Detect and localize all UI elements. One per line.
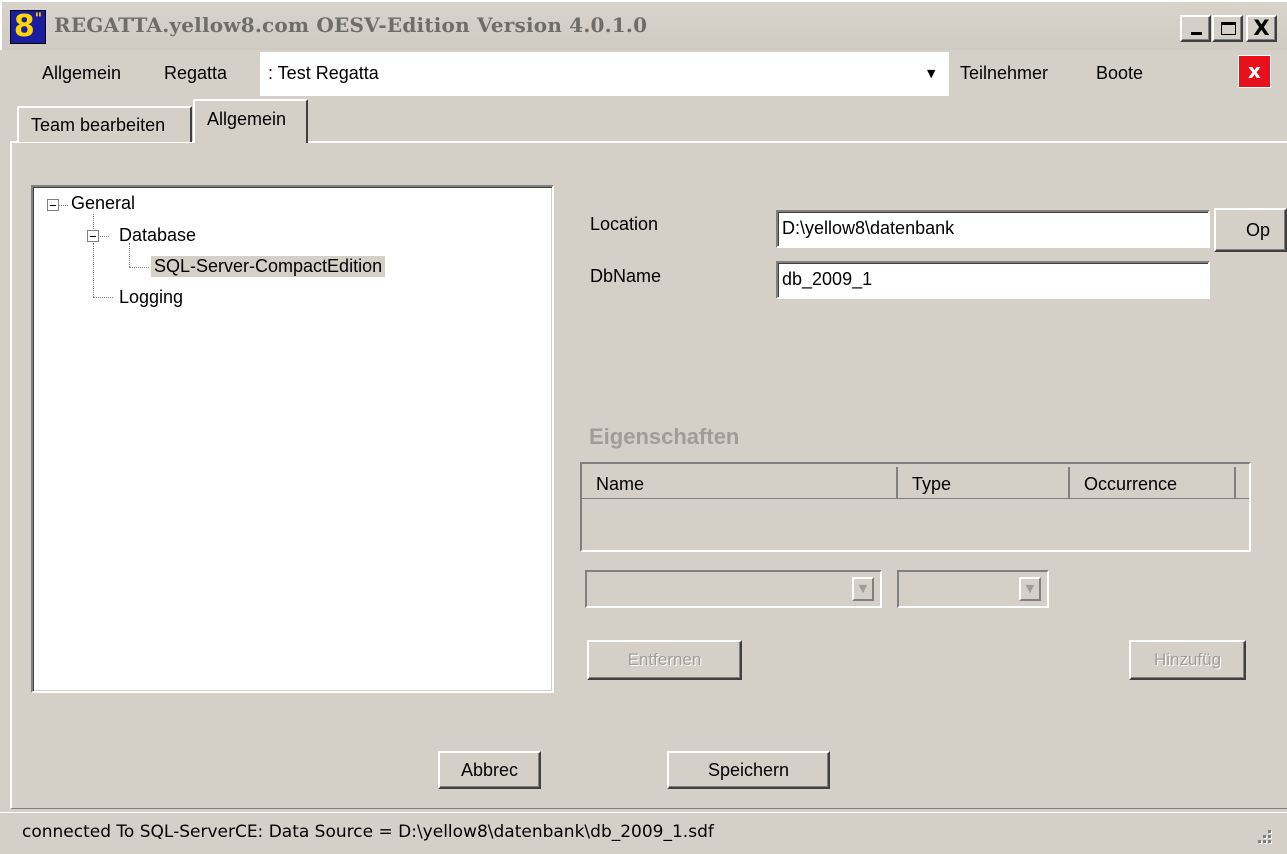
- grip-dot: [1268, 840, 1271, 843]
- minimize-icon: [1191, 32, 1202, 35]
- window-close-button[interactable]: X: [1246, 15, 1277, 42]
- add-button[interactable]: Hinzufüg: [1129, 640, 1246, 680]
- properties-heading: Eigenschaften: [589, 424, 740, 449]
- resize-grip-icon[interactable]: [1256, 828, 1274, 846]
- column-header-type[interactable]: Type: [898, 467, 1070, 498]
- maximize-button[interactable]: [1212, 15, 1243, 42]
- app-close-button[interactable]: x: [1238, 55, 1271, 88]
- tree-node-sql-server-compact[interactable]: SQL-Server-CompactEdition: [151, 256, 386, 277]
- tree-node-logging[interactable]: Logging: [119, 287, 183, 308]
- maximize-icon: [1221, 22, 1236, 35]
- grip-dot: [1263, 840, 1266, 843]
- grip-dot: [1268, 835, 1271, 838]
- minimize-button[interactable]: [1180, 15, 1211, 42]
- menu-teilnehmer[interactable]: Teilnehmer: [960, 63, 1048, 84]
- chevron-down-icon[interactable]: ▼: [852, 577, 874, 601]
- regatta-select[interactable]: : Test Regatta ▼: [260, 52, 949, 96]
- column-header-occurrence[interactable]: Occurrence: [1070, 467, 1236, 498]
- remove-button[interactable]: Entfernen: [587, 640, 742, 680]
- tree-connector: [58, 205, 68, 206]
- chevron-down-icon[interactable]: ▼: [1019, 577, 1041, 601]
- tree-node-database[interactable]: Database: [119, 225, 196, 246]
- tree-connector: [129, 243, 130, 267]
- tree-connector: [129, 267, 149, 268]
- save-button[interactable]: Speichern: [667, 751, 830, 789]
- cancel-button[interactable]: Abbrec: [438, 751, 541, 789]
- header-divider: [582, 498, 1249, 499]
- status-text: connected To SQL-ServerCE: Data Source =…: [22, 822, 714, 842]
- app-logo-icon: 8": [10, 10, 46, 44]
- chevron-down-icon[interactable]: ▼: [927, 67, 935, 80]
- location-label: Location: [590, 214, 659, 234]
- tree-connector: [93, 214, 94, 229]
- grip-dot: [1263, 835, 1266, 838]
- window-title: REGATTA.yellow8.com OESV-Edition Version…: [54, 13, 648, 37]
- collapse-general-icon[interactable]: [47, 199, 59, 211]
- column-header-name[interactable]: Name: [582, 467, 898, 498]
- tree-connector: [93, 297, 113, 298]
- property-name-combo[interactable]: ▼: [585, 570, 882, 608]
- menu-regatta[interactable]: Regatta: [164, 63, 227, 84]
- tab-team-bearbeiten[interactable]: Team bearbeiten: [17, 106, 192, 142]
- tree-node-general[interactable]: General: [71, 193, 135, 214]
- open-button[interactable]: Op: [1214, 208, 1287, 252]
- regatta-select-value: : Test Regatta: [268, 63, 379, 83]
- menu-allgemein[interactable]: Allgemein: [42, 63, 121, 84]
- tree-connector: [93, 243, 94, 297]
- menu-boote[interactable]: Boote: [1096, 63, 1143, 84]
- location-input[interactable]: D:\yellow8\datenbank: [776, 210, 1210, 248]
- dbname-input[interactable]: db_2009_1: [776, 261, 1210, 299]
- collapse-database-icon[interactable]: [87, 230, 99, 242]
- close-icon: X: [1253, 16, 1270, 40]
- dbname-label: DbName: [590, 266, 662, 286]
- property-type-combo[interactable]: ▼: [897, 570, 1049, 608]
- grip-dot: [1268, 830, 1271, 833]
- settings-tree[interactable]: General Database SQL-Server-CompactEditi…: [31, 185, 554, 693]
- grip-dot: [1258, 840, 1261, 843]
- tab-allgemein[interactable]: Allgemein: [193, 99, 308, 143]
- properties-list[interactable]: Name Type Occurrence: [580, 462, 1251, 552]
